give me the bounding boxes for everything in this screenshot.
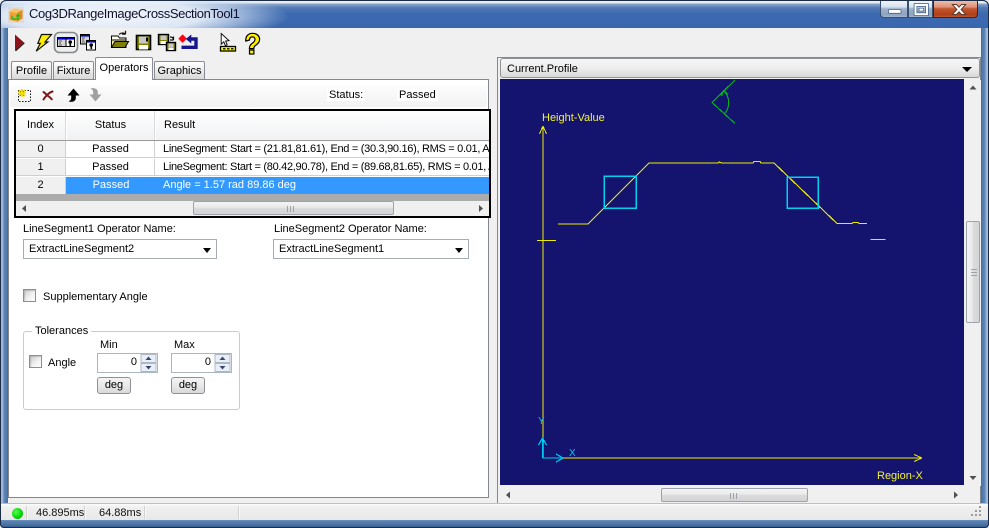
svg-text:Region-X: Region-X: [877, 470, 924, 482]
svg-text:Y: Y: [538, 416, 545, 427]
svg-text:X: X: [569, 448, 576, 459]
svg-text:Height-Value: Height-Value: [542, 112, 605, 124]
